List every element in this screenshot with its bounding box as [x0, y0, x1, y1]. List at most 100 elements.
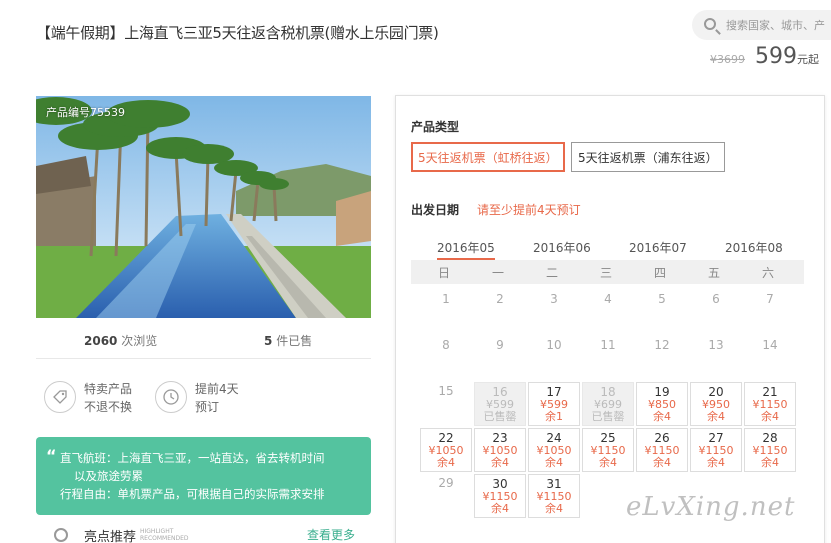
day-number: 6 — [712, 292, 720, 306]
calendar-day: 13 — [690, 336, 742, 380]
type-option-pudong[interactable]: 5天往返机票（浦东往返） — [571, 142, 725, 172]
day-stock: 余4 — [707, 410, 725, 423]
calendar-day: 9 — [474, 336, 526, 380]
page-title: 【端午假期】上海直飞三亚5天往返含税机票(赠水上乐园门票) — [36, 24, 439, 42]
month-tab-august[interactable]: 2016年08 — [725, 239, 783, 256]
view-more-link[interactable]: 查看更多 — [307, 526, 355, 543]
divider — [36, 358, 371, 359]
calendar-day[interactable]: 19 ¥850 余4 — [636, 382, 688, 426]
day-stock: 余4 — [491, 502, 509, 515]
weekday-label: 二 — [545, 266, 558, 280]
day-stock: 余4 — [761, 456, 779, 469]
day-number: 31 — [546, 477, 562, 491]
departure-date-label: 出发日期 — [411, 203, 460, 217]
day-stock: 余4 — [491, 456, 509, 469]
highlight-label: 亮点推荐 — [84, 530, 137, 543]
calendar-day: 5 — [636, 290, 688, 334]
day-stock: 余4 — [437, 456, 455, 469]
day-stock: 已售罄 — [591, 410, 625, 423]
calendar-day: 8 — [420, 336, 472, 380]
clock-icon — [155, 381, 187, 413]
day-stock: 余4 — [653, 410, 671, 423]
month-tab-june[interactable]: 2016年06 — [533, 239, 591, 256]
day-stock: 余4 — [599, 456, 617, 469]
day-number: 9 — [496, 338, 504, 352]
day-stock: 余4 — [653, 456, 671, 469]
calendar-day[interactable]: 30 ¥1150 余4 — [474, 474, 526, 518]
calendar-day: 10 — [528, 336, 580, 380]
day-number: 5 — [658, 292, 666, 306]
stats-row: 2060 次浏览 5 件已售 — [36, 332, 371, 352]
calendar-day: 18 ¥699 已售罄 — [582, 382, 634, 426]
day-number: 11 — [600, 338, 616, 352]
weekday-header: 日一二三四五六 — [411, 260, 804, 284]
booking-panel: 产品类型 5天往返机票（虹桥往返） 5天往返机票（浦东往返） 出发日期 请至少提… — [395, 95, 825, 543]
day-number: 18 — [600, 385, 616, 399]
price-block: ¥3699 599元起 — [710, 44, 819, 69]
day-number: 30 — [492, 477, 508, 491]
calendar-day[interactable]: 20 ¥950 余4 — [690, 382, 742, 426]
calendar-day[interactable]: 23 ¥1050 余4 — [474, 428, 526, 472]
day-number: 8 — [442, 338, 450, 352]
calendar-day[interactable]: 17 ¥599 余1 — [528, 382, 580, 426]
weekday-label: 四 — [653, 266, 666, 280]
calendar-day[interactable]: 22 ¥1050 余4 — [420, 428, 472, 472]
day-number: 2 — [496, 292, 504, 306]
calendar-day[interactable]: 21 ¥1150 余4 — [744, 382, 796, 426]
day-number: 16 — [492, 385, 508, 399]
weekday-label: 五 — [707, 266, 720, 280]
weekday-label: 一 — [491, 266, 504, 280]
note-line: 行程自由：单机票产品，可根据自己的实际需求安排 — [60, 487, 325, 501]
calendar-day: 14 — [744, 336, 796, 380]
feature-text: 特卖产品 不退不换 — [84, 382, 133, 414]
note-line: 以及旅途劳累 — [74, 469, 143, 483]
day-number: 10 — [546, 338, 562, 352]
weekday-label: 日 — [437, 266, 450, 280]
calendar-day: 3 — [528, 290, 580, 334]
calendar-day[interactable]: 28 ¥1150 余4 — [744, 428, 796, 472]
tag-icon — [44, 381, 76, 413]
type-option-hongqiao[interactable]: 5天往返机票（虹桥往返） — [411, 142, 565, 172]
sold-count: 5 件已售 — [264, 334, 313, 348]
search-box[interactable]: 搜索国家、城市、产 — [692, 10, 831, 40]
calendar-day: 2 — [474, 290, 526, 334]
day-number: 25 — [600, 431, 616, 445]
calendar-day: 4 — [582, 290, 634, 334]
day-stock: 余1 — [545, 410, 563, 423]
day-number: 15 — [438, 384, 454, 398]
resort-pool-image — [36, 96, 371, 318]
calendar-day[interactable]: 26 ¥1150 余4 — [636, 428, 688, 472]
month-tab-july[interactable]: 2016年07 — [629, 239, 687, 256]
calendar-day[interactable]: 27 ¥1150 余4 — [690, 428, 742, 472]
day-number: 14 — [762, 338, 778, 352]
original-price: ¥3699 — [710, 53, 745, 66]
day-number: 23 — [492, 431, 508, 445]
calendar-day: 11 — [582, 336, 634, 380]
day-number: 20 — [708, 385, 724, 399]
day-number: 13 — [708, 338, 724, 352]
month-tab-may[interactable]: 2016年05 — [437, 239, 495, 260]
feature-text: 提前4天 预订 — [195, 382, 239, 414]
day-number: 3 — [550, 292, 558, 306]
calendar-day: 1 — [420, 290, 472, 334]
day-number: 17 — [546, 385, 562, 399]
views-count: 2060 次浏览 — [84, 334, 158, 348]
product-photo[interactable]: 产品编号75539 — [36, 96, 371, 318]
booking-hint: 请至少提前4天预订 — [477, 203, 581, 217]
weekday-label: 六 — [761, 266, 774, 280]
day-number: 19 — [654, 385, 670, 399]
product-code: 产品编号75539 — [46, 106, 125, 119]
notes-box: “ 直飞航班：上海直飞三亚，一站直达，省去转机时间 以及旅途劳累 行程自由：单机… — [36, 437, 371, 515]
watermark: eLvXing.net — [626, 492, 796, 522]
day-stock: 余4 — [545, 502, 563, 515]
search-input[interactable]: 搜索国家、城市、产 — [726, 17, 825, 33]
calendar-day[interactable]: 25 ¥1150 余4 — [582, 428, 634, 472]
calendar-day[interactable]: 31 ¥1150 余4 — [528, 474, 580, 518]
day-stock: 余4 — [545, 456, 563, 469]
calendar-day: 12 — [636, 336, 688, 380]
day-number: 24 — [546, 431, 562, 445]
calendar-day: 6 — [690, 290, 742, 334]
day-stock: 余4 — [761, 410, 779, 423]
calendar-day: 7 — [744, 290, 796, 334]
calendar-day[interactable]: 24 ¥1050 余4 — [528, 428, 580, 472]
